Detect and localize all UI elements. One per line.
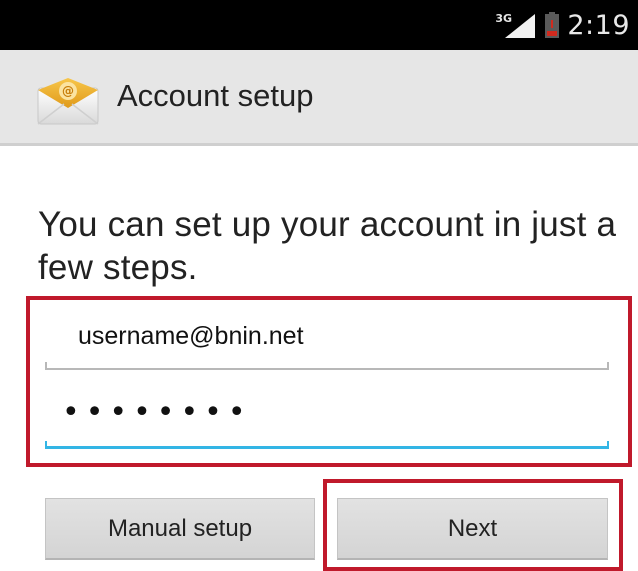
status-bar: 3G 2:19	[0, 0, 638, 50]
email-underline	[45, 362, 609, 370]
password-value: ••••••••	[62, 395, 252, 430]
password-underline	[45, 441, 609, 449]
email-envelope-icon[interactable]: @	[36, 76, 100, 126]
action-bar: @ Account setup	[0, 50, 638, 146]
email-value: username@bnin.net	[78, 322, 304, 350]
battery-icon	[545, 12, 560, 38]
setup-prompt: You can set up your account in just a fe…	[38, 205, 617, 287]
text-cursor	[272, 403, 274, 439]
svg-text:@: @	[62, 84, 74, 98]
signal-icon: 3G	[495, 10, 537, 40]
next-highlight-box	[323, 479, 623, 571]
email-field[interactable]: username@bnin.net	[45, 310, 609, 370]
page-title: Account setup	[117, 78, 314, 113]
status-clock: 2:19	[567, 9, 630, 41]
manual-setup-button[interactable]: Manual setup	[45, 498, 315, 560]
password-field[interactable]: ••••••••	[45, 389, 609, 449]
status-icons: 3G 2:19	[495, 0, 630, 50]
